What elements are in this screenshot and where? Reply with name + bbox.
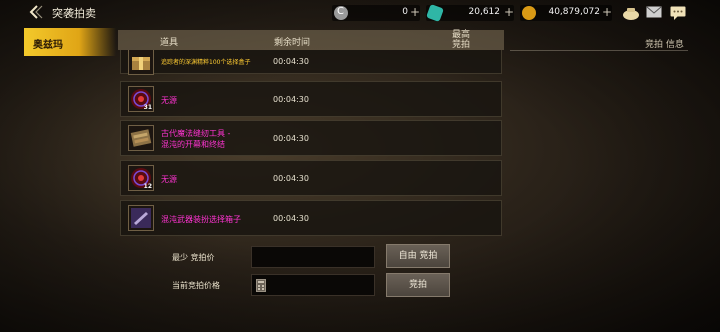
teal-gem-icon bbox=[426, 4, 444, 22]
bid-button[interactable]: 竞拍 bbox=[386, 273, 450, 297]
currency-value: 0 bbox=[402, 7, 408, 17]
tab-ozma[interactable]: 奥兹玛 bbox=[24, 28, 116, 56]
free-bid-button[interactable]: 自由 竞拍 bbox=[386, 244, 450, 268]
currency-gold-coin: 40,879,072 + bbox=[520, 5, 612, 21]
col-remaining-time: 剩余时间 bbox=[274, 38, 311, 48]
top-bar: 突袭拍卖 C 0 + 20,612 + 40,879,072 + bbox=[0, 0, 720, 26]
sewing-kit-icon bbox=[130, 129, 152, 147]
add-currency-button[interactable]: + bbox=[504, 5, 514, 19]
item-name: 追踪者的深渊精粹100个选择盒子 bbox=[161, 59, 251, 66]
item-name: 无源 bbox=[161, 175, 177, 184]
item-time: 00:04:30 bbox=[273, 134, 309, 143]
item-name: 古代魔法缝纫工具 - 混沌的开幕和终结 bbox=[161, 129, 231, 149]
calculator-icon[interactable] bbox=[256, 279, 266, 292]
c-coin-icon: C bbox=[334, 6, 348, 20]
add-currency-button[interactable]: + bbox=[602, 5, 612, 19]
item-count-badge: 31 bbox=[143, 104, 152, 111]
list-item[interactable]: 12 无源 00:04:30 bbox=[120, 160, 502, 196]
item-name: 无源 bbox=[161, 96, 177, 105]
gold-coin-icon bbox=[522, 6, 536, 20]
currency-c-coin: C 0 + bbox=[332, 5, 420, 21]
list-item[interactable]: 追踪者的深渊精粹100个选择盒子 00:04:30 bbox=[120, 50, 502, 75]
item-slot bbox=[128, 125, 154, 151]
item-name: 混沌武器装扮选择箱子 bbox=[161, 215, 241, 224]
list-item[interactable]: 31 无源 00:04:30 bbox=[120, 81, 502, 117]
col-item: 道具 bbox=[160, 38, 179, 48]
back-arrow-icon[interactable] bbox=[28, 5, 44, 19]
min-bid-label: 最少 竞拍价 bbox=[172, 253, 215, 262]
list-item[interactable]: 古代魔法缝纫工具 - 混沌的开幕和终结 00:04:30 bbox=[120, 120, 502, 156]
currency-value: 40,879,072 bbox=[548, 7, 600, 17]
page-title: 突袭拍卖 bbox=[52, 7, 96, 20]
item-time: 00:04:30 bbox=[273, 57, 309, 66]
gold-box-icon bbox=[132, 57, 150, 70]
mail-icon[interactable] bbox=[646, 6, 662, 18]
currency-value: 20,612 bbox=[468, 7, 501, 17]
bid-info-label: 竞拍 信息 bbox=[645, 40, 684, 50]
tab-label: 奥兹玛 bbox=[33, 40, 63, 51]
add-currency-button[interactable]: + bbox=[410, 5, 420, 19]
auction-list[interactable]: 追踪者的深渊精粹100个选择盒子 00:04:30 31 无源 00:04:30… bbox=[120, 50, 504, 236]
currency-teal-gem: 20,612 + bbox=[426, 4, 514, 22]
item-slot bbox=[128, 205, 154, 231]
item-slot: 12 bbox=[128, 165, 154, 191]
item-slot: 31 bbox=[128, 86, 154, 112]
col-max-bid: 最高 竞拍 bbox=[452, 30, 471, 50]
table-header: 道具 剩余时间 最高 竞拍 bbox=[118, 30, 504, 50]
item-time: 00:04:30 bbox=[273, 174, 309, 183]
divider bbox=[510, 50, 688, 51]
list-item[interactable]: 混沌武器装扮选择箱子 00:04:30 bbox=[120, 200, 502, 236]
pouch-icon[interactable] bbox=[622, 6, 640, 20]
chat-icon[interactable] bbox=[670, 6, 686, 20]
item-slot bbox=[128, 50, 154, 75]
purple-box-icon bbox=[131, 208, 151, 228]
current-bid-label: 当前竞拍价格 bbox=[172, 281, 220, 290]
item-time: 00:04:30 bbox=[273, 214, 309, 223]
min-bid-field bbox=[251, 246, 375, 268]
item-time: 00:04:30 bbox=[273, 95, 309, 104]
item-count-badge: 12 bbox=[143, 183, 152, 190]
current-bid-input[interactable] bbox=[251, 274, 375, 296]
